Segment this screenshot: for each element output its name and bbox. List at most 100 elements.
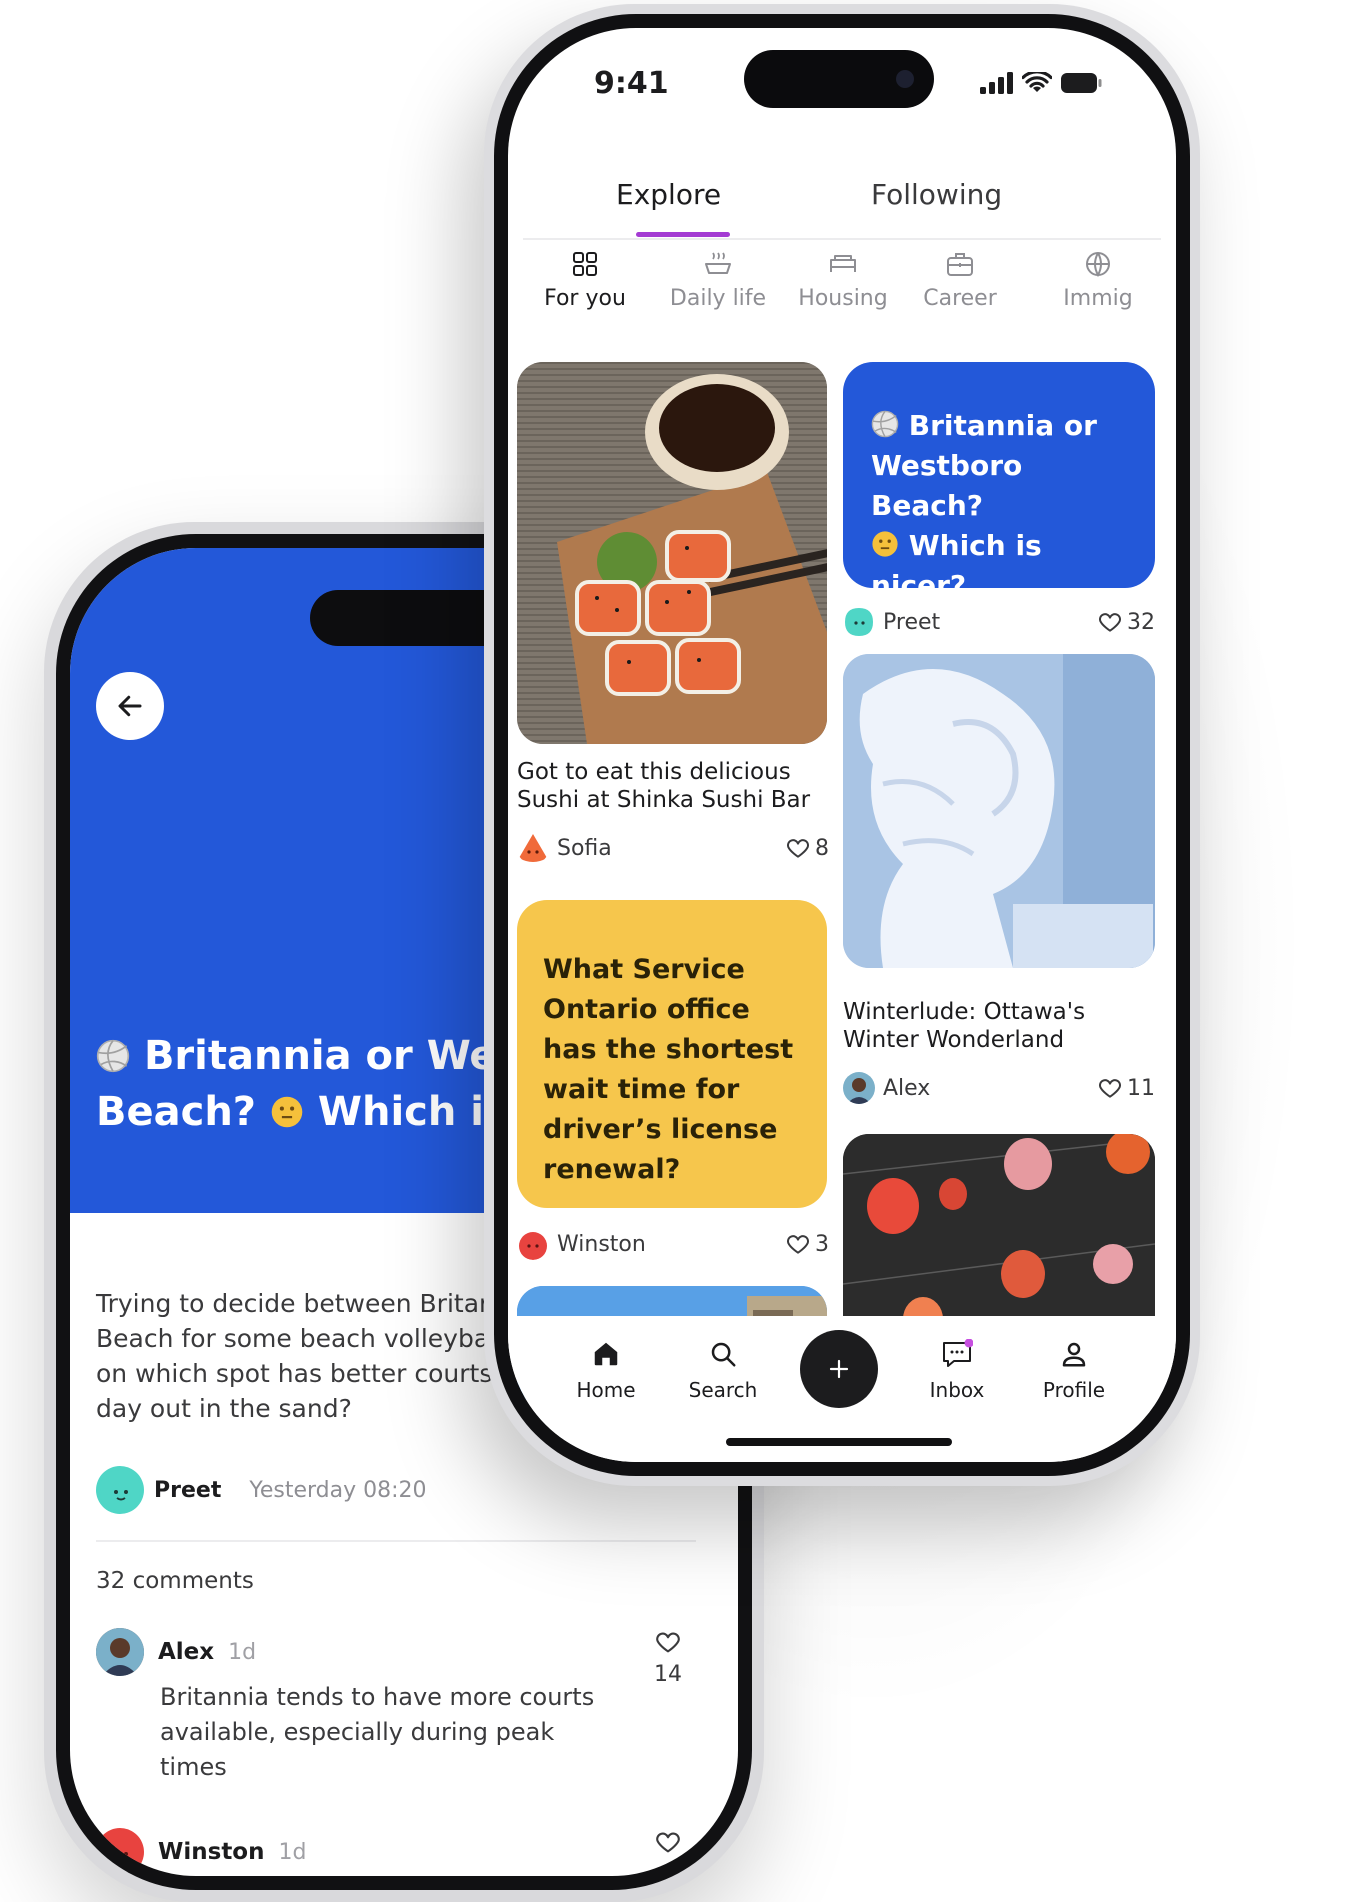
caption-line: Winterlude: Ottawa's <box>843 999 1086 1025</box>
wifi-icon <box>1022 72 1052 92</box>
category-label: For you <box>544 286 626 311</box>
avatar <box>517 1228 549 1260</box>
like-button[interactable]: 3 <box>785 1231 829 1257</box>
comment-line: available, especially during peak <box>160 1718 555 1746</box>
tab-inbox[interactable]: Inbox <box>912 1336 1002 1402</box>
category-immigration[interactable]: Immig <box>1038 246 1158 311</box>
quote-line: Westboro Beach? <box>871 449 1023 522</box>
comment-like-count: 14 <box>654 1662 682 1687</box>
tab-explore[interactable]: Explore <box>616 178 721 211</box>
comment-item: Winston 1d <box>96 1828 696 1876</box>
avatar <box>843 606 875 638</box>
back-button[interactable] <box>96 672 164 740</box>
tab-following[interactable]: Following <box>871 178 1002 211</box>
like-count: 32 <box>1127 609 1155 635</box>
comment-line: times <box>160 1753 227 1781</box>
post-meta: Alex 11 <box>843 1072 1155 1104</box>
person-photo-icon <box>843 1072 875 1104</box>
comment-author: Alex <box>158 1639 215 1665</box>
face-icon <box>519 834 547 862</box>
caption-line: Sushi at Shinka Sushi Bar <box>517 787 811 813</box>
author-name: Winston <box>557 1231 646 1257</box>
category-for-you[interactable]: For you <box>540 246 630 311</box>
active-tab-indicator <box>636 232 730 237</box>
inbox-icon <box>943 1339 973 1367</box>
phone-explore-feed: 9:41 Explore Following For you Daily lif… <box>484 4 1200 1486</box>
feed-tabs: Explore Following <box>523 158 1161 240</box>
avatar <box>843 1072 875 1104</box>
tab-search[interactable]: Search <box>678 1336 768 1402</box>
like-button[interactable]: 32 <box>1097 609 1155 635</box>
post-meta: Preet 32 <box>843 606 1155 638</box>
person-photo-icon <box>96 1628 144 1676</box>
category-housing[interactable]: Housing <box>793 246 893 311</box>
post-meta: Sofia 8 <box>517 832 829 864</box>
profile-icon <box>1062 1342 1086 1367</box>
like-count: 8 <box>815 835 829 861</box>
thinking-emoji-icon <box>872 531 898 557</box>
author-name: Sofia <box>557 835 612 861</box>
category-label: Immig <box>1063 286 1133 311</box>
search-icon <box>711 1342 736 1367</box>
quote-text: What Service Ontario office has the shor… <box>543 954 794 1185</box>
comment-like-button[interactable]: 14 <box>654 1628 682 1687</box>
post-card-quote[interactable]: Britannia or Westboro Beach? Which is ni… <box>843 362 1155 602</box>
author-name: Preet <box>883 609 941 635</box>
caption-line: Winter Wonderland <box>843 1027 1065 1053</box>
avatar <box>96 1628 144 1676</box>
sushi-photo <box>517 362 827 744</box>
category-row: For you Daily life Housing Career Immig <box>508 246 1176 336</box>
comment-age: 1d <box>278 1839 307 1865</box>
tab-home[interactable]: Home <box>561 1336 651 1402</box>
post-meta: Winston 3 <box>517 1228 829 1260</box>
post-card-image[interactable] <box>843 654 1155 968</box>
volleyball-icon <box>96 1039 130 1073</box>
author-name: Alex <box>883 1075 931 1101</box>
bed-icon <box>830 255 856 272</box>
post-author[interactable]: Preet Yesterday 08:20 <box>96 1466 427 1514</box>
author-name: Preet <box>154 1477 222 1503</box>
comment-author: Winston <box>158 1839 265 1865</box>
comment-text: Britannia tends to have more courts avai… <box>160 1680 600 1785</box>
post-caption: Winterlude: Ottawa's Winter Wonderland <box>843 998 1163 1054</box>
avatar <box>96 1466 144 1514</box>
home-indicator <box>726 1438 952 1446</box>
comment-like-button[interactable] <box>654 1828 682 1862</box>
post-card-quote[interactable]: What Service Ontario office has the shor… <box>517 900 827 1208</box>
tab-label: Inbox <box>929 1378 985 1402</box>
status-icons <box>980 72 1102 94</box>
tab-label: Search <box>688 1378 758 1402</box>
like-count: 3 <box>815 1231 829 1257</box>
face-icon <box>845 608 873 636</box>
tab-label: Profile <box>1042 1378 1106 1402</box>
grid-icon <box>573 252 597 276</box>
category-label: Daily life <box>669 286 767 311</box>
home-icon <box>594 1342 618 1366</box>
briefcase-icon <box>947 253 973 276</box>
like-button[interactable]: 8 <box>785 835 829 861</box>
post-caption: Got to eat this delicious Sushi at Shink… <box>517 758 837 814</box>
post-card-image[interactable] <box>517 362 827 744</box>
like-count: 11 <box>1127 1075 1155 1101</box>
dynamic-island <box>744 50 934 108</box>
tab-profile[interactable]: Profile <box>1029 1336 1119 1402</box>
category-career[interactable]: Career <box>910 246 1010 311</box>
post-time: Yesterday 08:20 <box>249 1477 427 1503</box>
comment-line: Britannia tends to have more courts <box>160 1683 595 1711</box>
explore-screen: 9:41 Explore Following For you Daily lif… <box>508 28 1176 1462</box>
battery-icon <box>1061 73 1102 93</box>
comment-age: 1d <box>228 1639 257 1665</box>
create-post-button[interactable] <box>800 1330 878 1408</box>
signal-icon <box>980 72 1013 94</box>
comments-count: 32 comments <box>96 1568 254 1594</box>
heart-icon <box>656 1832 680 1853</box>
status-time: 9:41 <box>594 66 669 101</box>
like-button[interactable]: 11 <box>1097 1075 1155 1101</box>
comment-item: Alex 1d Britannia tends to have more cou… <box>96 1628 696 1785</box>
globe-icon <box>1086 252 1110 278</box>
heart-icon <box>787 1235 809 1254</box>
category-daily-life[interactable]: Daily life <box>663 246 773 311</box>
avatar <box>517 832 549 864</box>
post-title-line2a: Beach? <box>96 1089 256 1135</box>
category-label: Housing <box>798 286 888 311</box>
